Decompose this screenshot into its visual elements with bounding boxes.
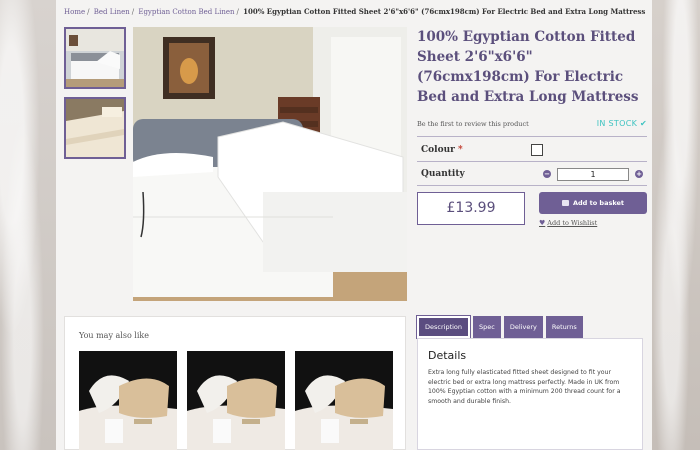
tab-description[interactable]: Description [415, 315, 472, 339]
related-product-image[interactable] [187, 351, 285, 450]
thumbnail-bed-image[interactable] [64, 27, 126, 89]
quantity-row: Quantity − 1 + [417, 163, 647, 185]
description-panel: Details Extra long fully elasticated fit… [417, 338, 643, 450]
related-product-image[interactable] [79, 351, 177, 450]
quantity-input[interactable]: 1 [557, 167, 629, 181]
main-product-image[interactable] [133, 27, 407, 301]
quantity-stepper: − 1 + [543, 167, 643, 181]
required-mark: * [458, 145, 463, 155]
review-stock-row: Be the first to review this product IN S… [417, 119, 647, 128]
add-to-wishlist-label: Add to Wishlist [547, 219, 598, 227]
product-price: £13.99 [417, 192, 525, 225]
details-text: Extra long fully elasticated fitted shee… [428, 369, 621, 405]
related-products-title: You may also like [79, 331, 150, 340]
details-heading: Details [428, 349, 467, 362]
buy-actions: Add to basket ♥ Add to Wishlist [539, 192, 647, 227]
related-product-image[interactable] [295, 351, 393, 450]
add-to-wishlist-link[interactable]: ♥ Add to Wishlist [539, 219, 647, 227]
decrease-quantity-button[interactable]: − [543, 170, 551, 178]
product-info: 100% Egyptian Cotton Fitted Sheet 2'6"x6… [417, 27, 647, 227]
colour-label-text: Colour [421, 145, 455, 155]
thumbnail-sheet-image[interactable] [64, 97, 126, 159]
divider [417, 161, 647, 162]
breadcrumb-current: 100% Egyptian Cotton Fitted Sheet 2'6"x6… [243, 7, 646, 16]
thumbnail-gallery [64, 27, 126, 167]
quantity-label: Quantity [421, 169, 465, 179]
related-products: You may also like [64, 316, 406, 450]
product-tabs: Description Spec Delivery Returns [415, 315, 583, 339]
add-to-basket-button[interactable]: Add to basket [539, 192, 647, 214]
basket-icon [561, 200, 569, 206]
tab-spec[interactable]: Spec [473, 316, 501, 338]
breadcrumb-egyptian-cotton[interactable]: Egyptian Cotton Bed Linen [138, 8, 234, 16]
colour-row: Colour * [417, 139, 647, 161]
divider [417, 136, 647, 137]
increase-quantity-button[interactable]: + [635, 170, 643, 178]
divider [417, 185, 647, 186]
stock-status: IN STOCK ✔ [596, 119, 647, 128]
product-title: 100% Egyptian Cotton Fitted Sheet 2'6"x6… [417, 29, 639, 105]
buy-row: £13.99 Add to basket ♥ Add to Wishlist [417, 192, 647, 227]
tab-returns[interactable]: Returns [545, 316, 583, 338]
breadcrumb-home[interactable]: Home [64, 8, 85, 16]
background-left [0, 0, 56, 450]
heart-icon: ♥ [539, 219, 546, 227]
page-container: Home / Bed Linen / Egyptian Cotton Bed Lin… [56, 0, 652, 450]
related-products-list [79, 351, 393, 450]
colour-checkbox[interactable] [531, 144, 543, 156]
add-to-basket-label: Add to basket [572, 199, 624, 207]
breadcrumb-bed-linen[interactable]: Bed Linen [94, 8, 130, 16]
tab-delivery[interactable]: Delivery [503, 316, 543, 338]
background-right [652, 0, 700, 450]
breadcrumb: Home / Bed Linen / Egyptian Cotton Bed Lin… [64, 7, 646, 16]
colour-label: Colour * [421, 145, 463, 155]
review-link[interactable]: Be the first to review this product [417, 120, 529, 128]
